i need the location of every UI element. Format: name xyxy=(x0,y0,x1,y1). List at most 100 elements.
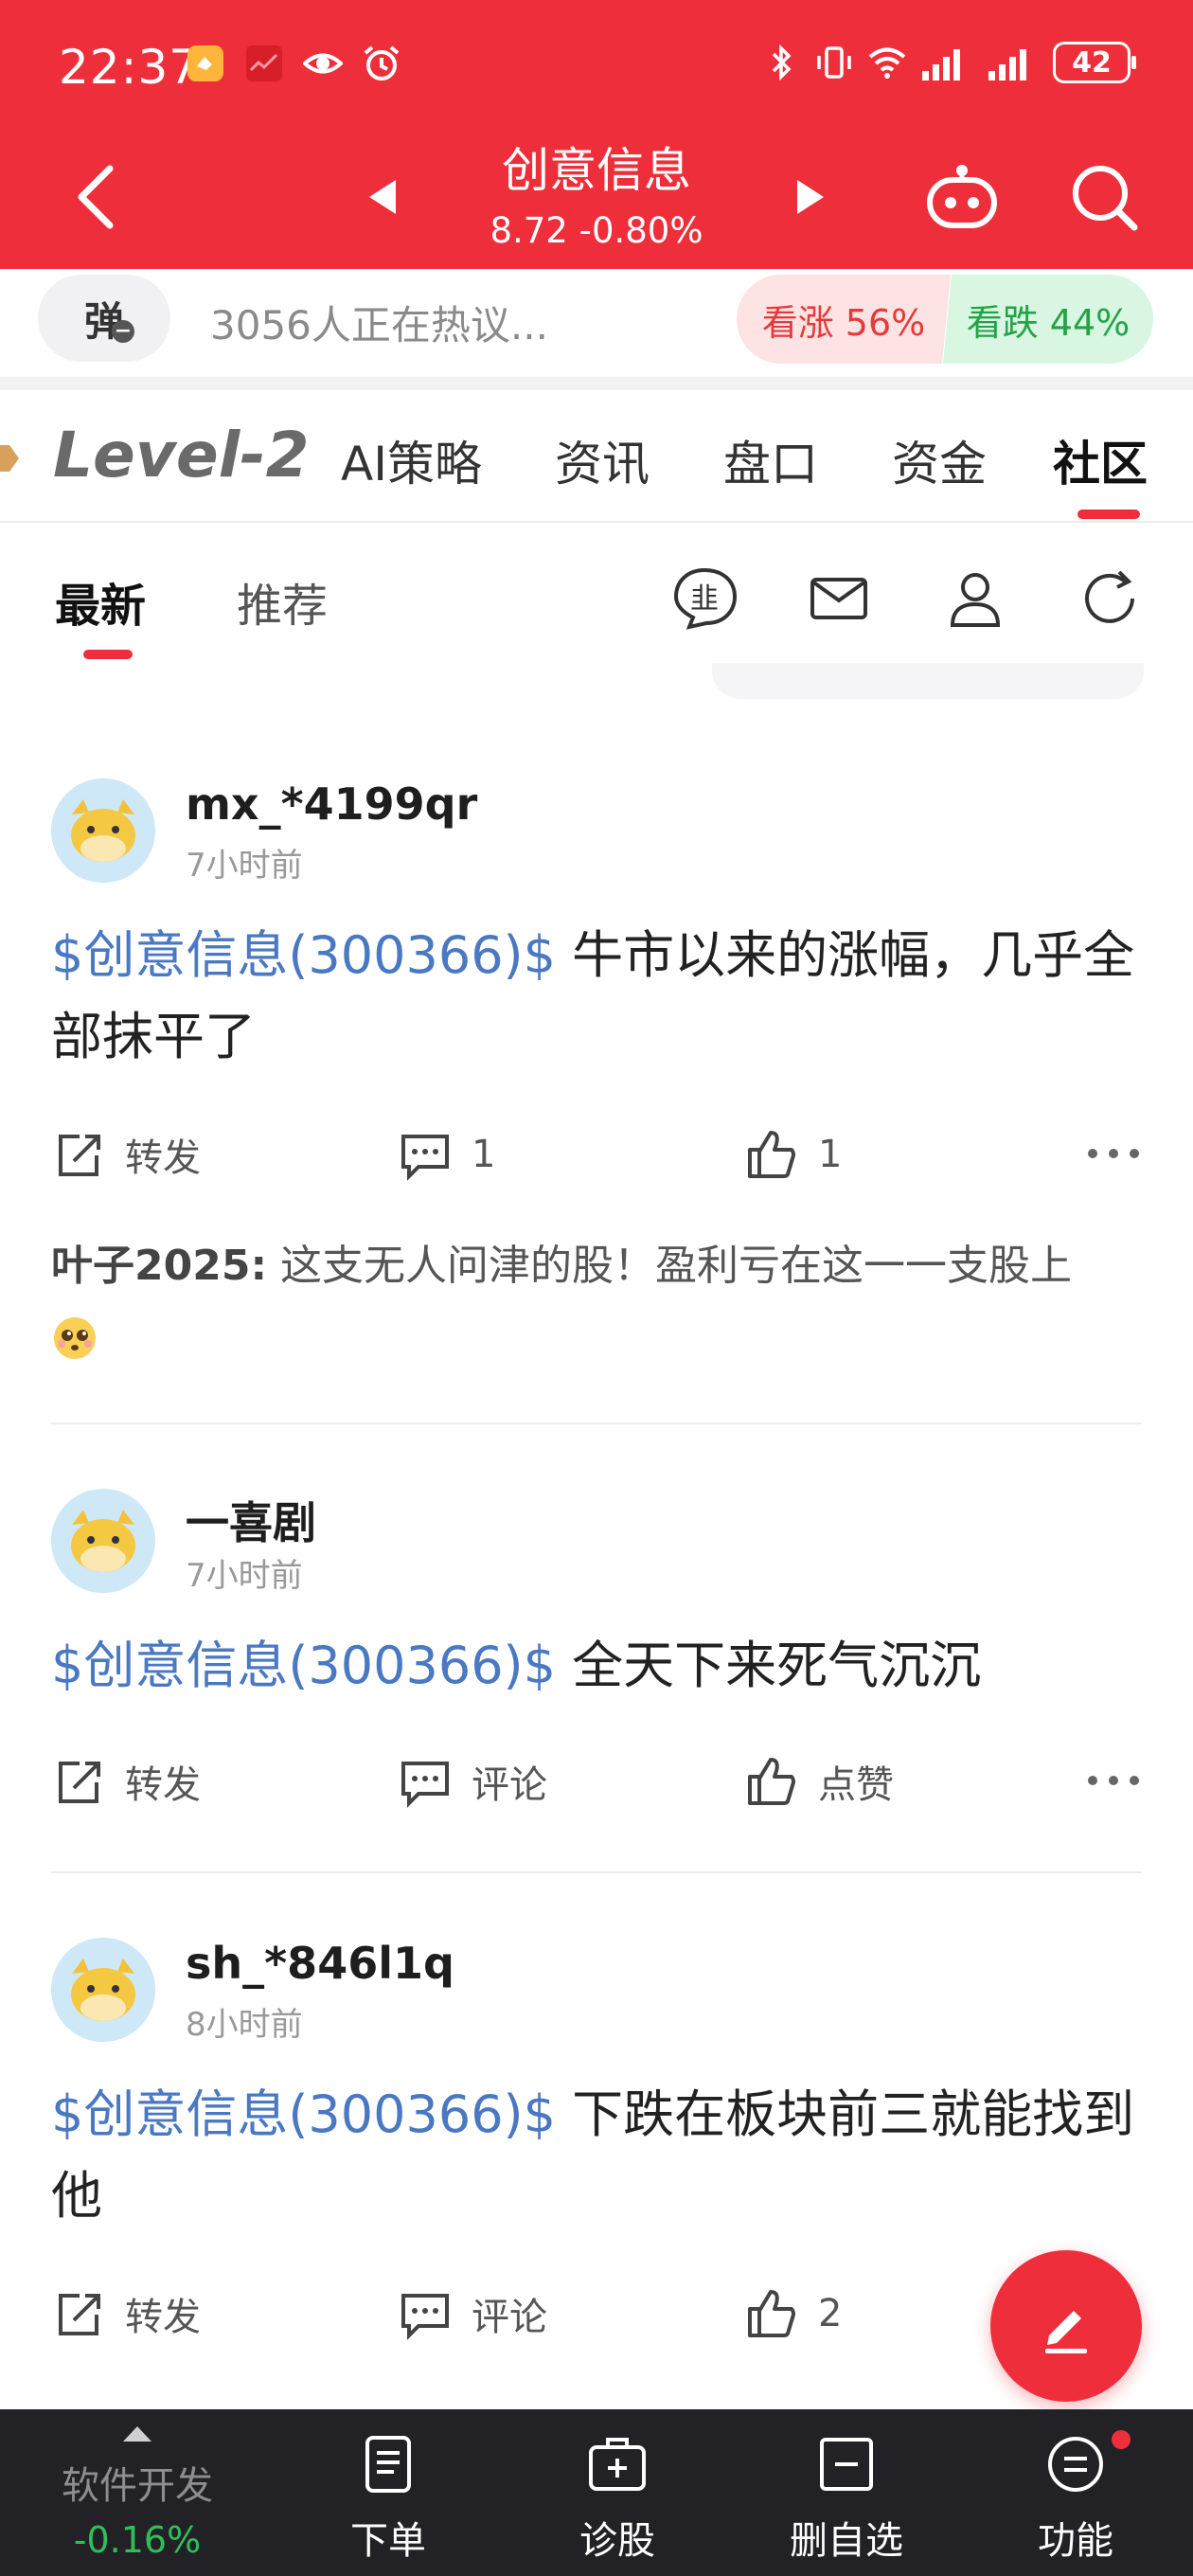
section-divider xyxy=(0,377,1193,390)
tab-news[interactable]: 资讯 xyxy=(555,426,650,494)
pinned-card-edge xyxy=(712,663,1144,699)
stock-quote: 8.72 -0.80% xyxy=(490,210,703,251)
tab-level2[interactable]: Level-2 xyxy=(53,419,310,492)
comment-icon xyxy=(401,1135,449,1181)
comment-text: 这支无人问津的股！盈利亏在这一一支股上 xyxy=(267,1242,1073,1290)
subtab-latest[interactable]: 最新 xyxy=(55,568,146,635)
pencil-icon xyxy=(1045,2311,1087,2353)
stock-name: 创意信息 xyxy=(502,143,691,198)
bluetooth-icon xyxy=(772,44,792,81)
stock-tag-link[interactable]: $创意信息(300366)$ xyxy=(51,1636,556,1695)
stock-tag-link[interactable]: $创意信息(300366)$ xyxy=(51,2084,556,2144)
discussion-count[interactable]: 3056人正在热议... xyxy=(210,294,548,351)
compose-post-button[interactable] xyxy=(990,2250,1142,2402)
next-stock-icon[interactable] xyxy=(793,176,828,218)
avatar[interactable] xyxy=(51,1489,155,1593)
previous-stock-icon[interactable] xyxy=(365,176,400,218)
avatar[interactable] xyxy=(51,778,155,883)
comment-preview[interactable]: 叶子2025: 这支无人问津的股！盈利亏在这一一支股上 xyxy=(51,1231,1149,1371)
sector-change: -0.16% xyxy=(73,2519,202,2561)
cow-avatar-icon xyxy=(51,1938,155,2042)
post-divider xyxy=(51,1871,1142,1873)
like-button[interactable]: 1 xyxy=(744,1127,842,1182)
like-count: 1 xyxy=(818,1133,843,1176)
diagnose-label: 诊股 xyxy=(579,2519,655,2563)
search-icon[interactable] xyxy=(1066,159,1142,235)
menu-circle-icon xyxy=(1048,2437,1103,2492)
status-system-icons: 42 xyxy=(761,42,1136,83)
tab-funds[interactable]: 资金 xyxy=(892,426,987,494)
remove-watchlist-button[interactable]: 删自选 xyxy=(771,2409,922,2576)
like-button[interactable]: 点赞 xyxy=(744,1754,894,1809)
post-username[interactable]: 一喜剧 xyxy=(186,1489,316,1551)
stock-tag-link[interactable]: $创意信息(300366)$ xyxy=(51,925,556,985)
robot-assistant-icon[interactable] xyxy=(924,159,1000,235)
stock-tabs: Level-2 AI策略 资讯 盘口 资金 社区 xyxy=(0,390,1193,523)
post-actions: 转发 1 1 xyxy=(0,1127,1193,1193)
repost-button[interactable]: 转发 xyxy=(51,1754,201,1809)
diagnose-button[interactable]: 诊股 xyxy=(542,2409,693,2576)
like-button[interactable]: 2 xyxy=(744,2286,842,2341)
comment-label: 评论 xyxy=(472,1763,547,1807)
app-header: 22:37 42 创意信息 8.72 -0.80% xyxy=(0,0,1193,269)
expand-up-icon xyxy=(123,2426,151,2442)
share-icon xyxy=(59,1135,100,1176)
repost-button[interactable]: 转发 xyxy=(51,2286,201,2341)
chives-topic-icon[interactable]: 韭 xyxy=(670,564,739,633)
functions-button[interactable]: 功能 xyxy=(1000,2409,1151,2576)
comment-button[interactable]: 评论 xyxy=(398,2286,547,2341)
avatar[interactable] xyxy=(51,1938,155,2042)
tab-ai-strategy[interactable]: AI策略 xyxy=(341,426,482,494)
comment-count: 1 xyxy=(472,1133,496,1176)
comment-icon xyxy=(401,1762,449,1808)
chart-notification-icon xyxy=(246,45,282,81)
mail-icon[interactable] xyxy=(805,564,873,633)
remove-watchlist-label: 删自选 xyxy=(790,2519,903,2563)
bearish-vote-button[interactable]: 看跌 44% xyxy=(943,275,1153,364)
like-count: 2 xyxy=(818,2292,843,2335)
danmu-off-icon: − xyxy=(112,320,134,343)
refresh-icon[interactable] xyxy=(1076,564,1144,633)
post-content[interactable]: $创意信息(300366)$ 牛市以来的涨幅，几乎全部抹平了 xyxy=(51,915,1149,1078)
post-content[interactable]: $创意信息(300366)$ 下跌在板块前三就能找到他 xyxy=(51,2074,1149,2237)
more-options-icon[interactable] xyxy=(1087,1144,1140,1163)
thumbs-up-icon xyxy=(748,1131,795,1178)
eye-icon xyxy=(303,53,343,74)
more-options-icon[interactable] xyxy=(1087,1771,1140,1790)
post-divider xyxy=(51,1422,1142,1424)
comment-icon xyxy=(401,2294,449,2340)
post-time: 7小时前 xyxy=(186,847,303,885)
subtab-recommend[interactable]: 推荐 xyxy=(237,568,328,635)
post-username[interactable]: mx_*4199qr xyxy=(186,778,477,830)
cow-avatar-icon xyxy=(51,1489,155,1593)
signal-icon-2 xyxy=(988,49,1026,80)
bottom-action-bar: 软件开发 -0.16% 下单 诊股 删自选 功能 xyxy=(0,2409,1193,2576)
signal-icon xyxy=(922,49,960,80)
post-username[interactable]: sh_*846l1q xyxy=(186,1938,454,1989)
post-content[interactable]: $创意信息(300366)$ 全天下来死气沉沉 xyxy=(51,1625,1149,1707)
tab-orderbook[interactable]: 盘口 xyxy=(723,426,818,494)
community-subtabs xyxy=(0,525,1193,682)
bullish-vote-button[interactable]: 看涨 56% xyxy=(737,275,951,364)
alarm-icon xyxy=(364,45,400,80)
tab-community[interactable]: 社区 xyxy=(1053,426,1148,494)
sector-indicator[interactable]: 软件开发 -0.16% xyxy=(0,2409,275,2576)
order-button[interactable]: 下单 xyxy=(312,2409,464,2576)
danmu-toggle-button[interactable]: 弹 − xyxy=(38,275,170,362)
svg-text:韭: 韭 xyxy=(690,582,719,616)
post-actions: 转发 评论 点赞 xyxy=(0,1754,1193,1820)
order-label: 下单 xyxy=(350,2519,426,2563)
comment-button[interactable]: 1 xyxy=(398,1127,495,1182)
comment-button[interactable]: 评论 xyxy=(398,1754,547,1809)
post-time: 7小时前 xyxy=(186,1557,303,1595)
post-text: 全天下来死气沉沉 xyxy=(556,1636,982,1695)
thumbs-up-icon xyxy=(748,2290,795,2337)
comment-author[interactable]: 叶子2025: xyxy=(51,1242,267,1290)
functions-label: 功能 xyxy=(1038,2519,1113,2563)
pleading-face-emoji-icon xyxy=(54,1317,96,1359)
repost-button[interactable]: 转发 xyxy=(51,1127,201,1182)
back-arrow-icon[interactable] xyxy=(68,159,125,235)
tag-icon xyxy=(0,445,19,472)
profile-icon[interactable] xyxy=(941,564,1009,633)
like-label: 点赞 xyxy=(818,1763,894,1807)
